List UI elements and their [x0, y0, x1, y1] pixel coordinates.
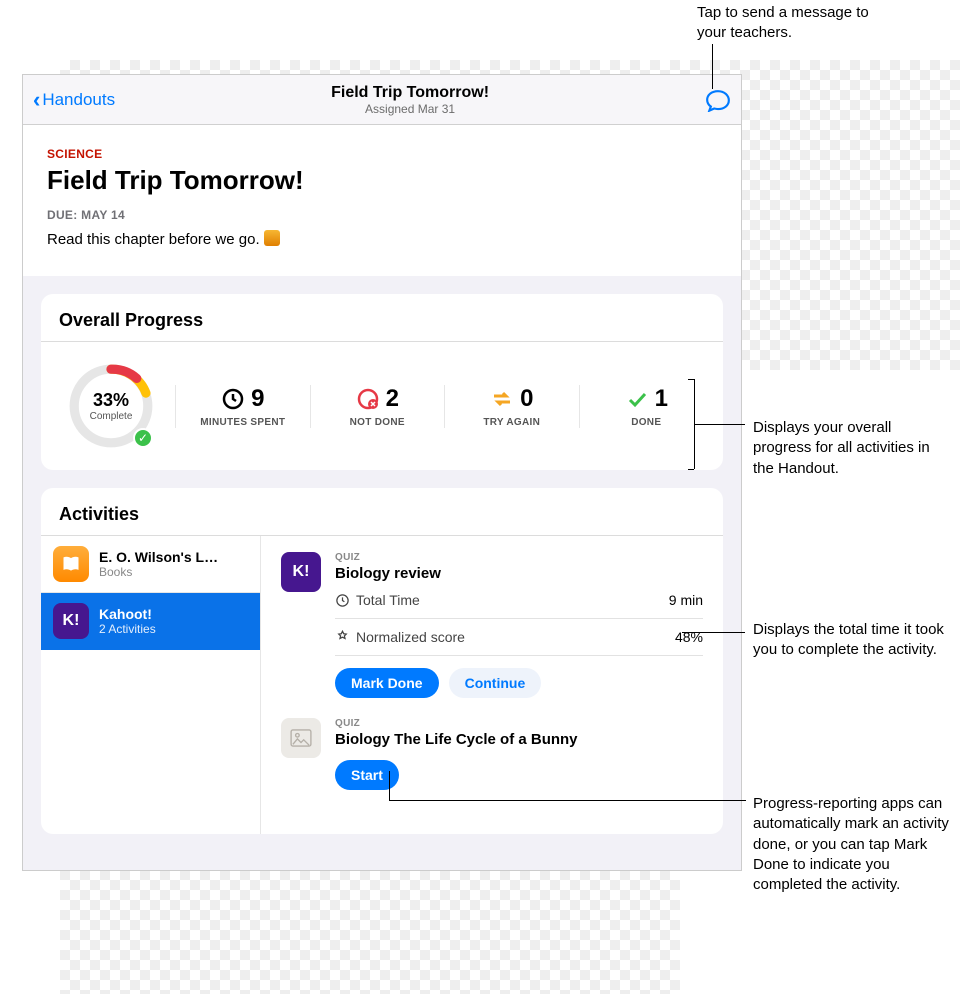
stat-minutes: 9 MINUTES SPENT	[175, 385, 310, 428]
nav-subtitle: Assigned Mar 31	[115, 102, 705, 116]
callout-mark: Progress-reporting apps can automaticall…	[753, 794, 953, 895]
total-time-label: Total Time	[356, 592, 420, 608]
notdone-icon	[356, 387, 380, 411]
kahoot-thumb-icon: K!	[281, 552, 321, 592]
callout-progress: Displays your overall progress for all a…	[753, 418, 953, 479]
handout-title: Field Trip Tomorrow!	[47, 165, 717, 196]
handout-description: Read this chapter before we go.	[47, 230, 717, 248]
books-app-icon	[53, 546, 89, 582]
progress-card: Overall Progress 33% Complete ✓	[41, 294, 723, 470]
progress-percent: 33%	[93, 390, 129, 411]
activities-header: Activities	[41, 488, 723, 535]
done-label: DONE	[584, 417, 710, 428]
progress-complete-label: Complete	[90, 411, 133, 422]
tiger-emoji-icon	[264, 230, 280, 246]
quiz-title: Biology The Life Cycle of a Bunny	[335, 731, 703, 748]
activity-sub: Books	[99, 565, 218, 579]
tryagain-value: 0	[520, 385, 533, 413]
total-time-row: Total Time 9 min	[335, 582, 703, 619]
due-date: DUE: MAY 14	[47, 208, 717, 222]
minutes-label: MINUTES SPENT	[180, 417, 306, 428]
image-placeholder-icon	[281, 718, 321, 758]
done-icon	[625, 387, 649, 411]
activity-name: Kahoot!	[99, 606, 156, 622]
quiz-biology-review: K! QUIZ Biology review Total Time 9 min	[281, 552, 703, 698]
notdone-label: NOT DONE	[315, 417, 441, 428]
chevron-left-icon: ‹	[33, 87, 40, 113]
handout-details: SCIENCE Field Trip Tomorrow! DUE: MAY 14…	[23, 125, 741, 276]
tryagain-label: TRY AGAIN	[449, 417, 575, 428]
total-time-value: 9 min	[669, 592, 703, 608]
message-icon[interactable]	[705, 89, 731, 111]
stat-notdone: 2 NOT DONE	[310, 385, 445, 428]
nav-title-block: Field Trip Tomorrow! Assigned Mar 31	[115, 84, 705, 116]
nav-title: Field Trip Tomorrow!	[115, 84, 705, 102]
back-label: Handouts	[42, 90, 115, 110]
activity-name: E. O. Wilson's L…	[99, 549, 218, 565]
score-label: Normalized score	[356, 629, 465, 645]
progress-row: 33% Complete ✓ 9 MINUTES SPENT	[41, 342, 723, 470]
content-area: Overall Progress 33% Complete ✓	[23, 276, 741, 870]
callout-message: Tap to send a message to your teachers.	[697, 3, 897, 44]
activity-sub: 2 Activities	[99, 622, 156, 636]
kahoot-app-icon: K!	[53, 603, 89, 639]
tryagain-icon	[490, 387, 514, 411]
quiz-tag: QUIZ	[335, 718, 703, 729]
activity-item-books[interactable]: E. O. Wilson's L… Books	[41, 536, 260, 593]
activities-card: Activities E. O. Wilson's L… Books K!	[41, 488, 723, 834]
activities-detail: K! QUIZ Biology review Total Time 9 min	[261, 536, 723, 834]
check-icon: ✓	[133, 428, 153, 448]
quiz-tag: QUIZ	[335, 552, 703, 563]
activity-item-kahoot[interactable]: K! Kahoot! 2 Activities	[41, 593, 260, 650]
minutes-value: 9	[251, 385, 264, 413]
progress-header: Overall Progress	[41, 294, 723, 341]
back-button[interactable]: ‹ Handouts	[33, 87, 115, 113]
navbar: ‹ Handouts Field Trip Tomorrow! Assigned…	[23, 75, 741, 125]
continue-button[interactable]: Continue	[449, 668, 542, 698]
clock-icon	[221, 387, 245, 411]
subject-label: SCIENCE	[47, 147, 717, 161]
activities-list: E. O. Wilson's L… Books K! Kahoot! 2 Act…	[41, 536, 261, 834]
score-row: Normalized score 48%	[335, 619, 703, 656]
progress-ring: 33% Complete ✓	[65, 360, 157, 452]
done-value: 1	[655, 385, 668, 413]
callout-time: Displays the total time it took you to c…	[753, 620, 953, 661]
stat-done: 1 DONE	[579, 385, 714, 428]
stat-tryagain: 0 TRY AGAIN	[444, 385, 579, 428]
notdone-value: 2	[386, 385, 399, 413]
mark-done-button[interactable]: Mark Done	[335, 668, 439, 698]
quiz-bunny-lifecycle: QUIZ Biology The Life Cycle of a Bunny S…	[281, 718, 703, 790]
app-window: ‹ Handouts Field Trip Tomorrow! Assigned…	[22, 74, 742, 871]
quiz-title: Biology review	[335, 565, 703, 582]
